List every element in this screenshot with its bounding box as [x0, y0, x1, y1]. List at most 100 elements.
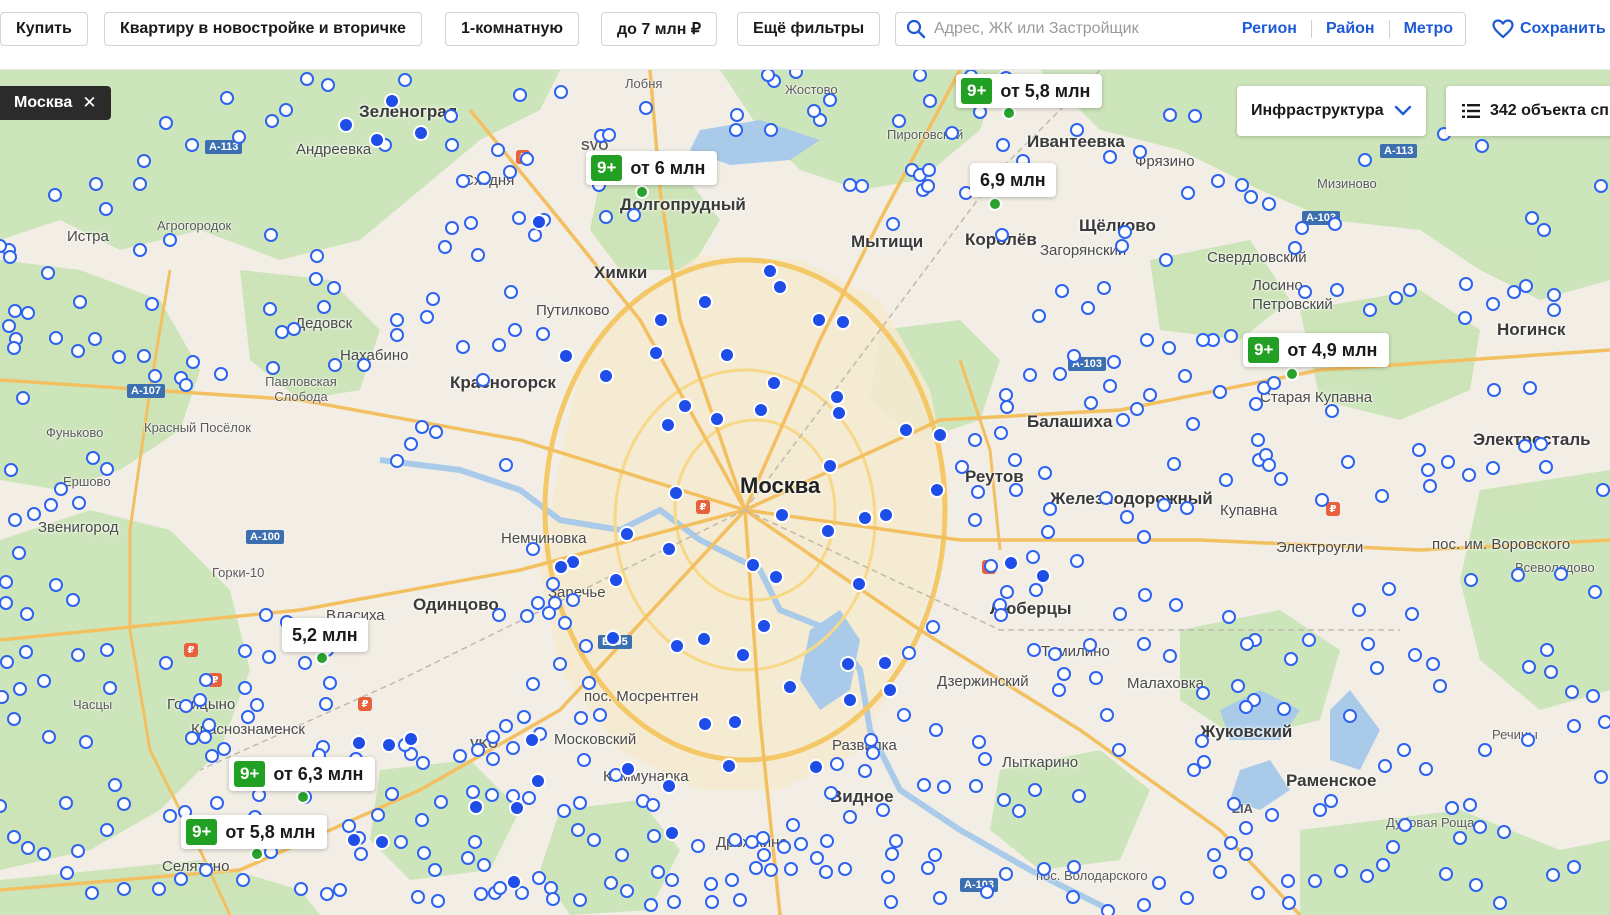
listing-marker[interactable]	[843, 810, 857, 824]
listing-marker[interactable]	[1167, 457, 1181, 471]
listing-marker[interactable]	[1103, 379, 1117, 393]
listing-marker[interactable]	[1588, 585, 1602, 599]
listing-marker[interactable]	[179, 699, 193, 713]
listing-marker[interactable]	[1112, 743, 1126, 757]
listing-marker[interactable]	[41, 266, 55, 280]
listing-marker[interactable]	[1539, 460, 1553, 474]
listing-marker[interactable]	[1048, 647, 1062, 661]
listing-marker[interactable]	[1115, 239, 1129, 253]
listing-marker[interactable]	[179, 378, 193, 392]
listing-marker[interactable]	[1594, 179, 1608, 193]
listing-marker[interactable]	[1180, 501, 1194, 515]
listing-marker[interactable]	[499, 719, 513, 733]
listing-marker[interactable]	[263, 302, 277, 316]
listing-marker[interactable]	[1181, 186, 1195, 200]
listing-marker[interactable]	[667, 895, 681, 909]
listing-marker[interactable]	[1066, 890, 1080, 904]
listing-marker[interactable]	[298, 656, 312, 670]
listing-marker[interactable]	[491, 143, 505, 157]
price-cluster-marker[interactable]: 9+ от 4,9 млн	[1243, 333, 1390, 367]
listing-marker[interactable]	[917, 778, 931, 792]
listing-marker[interactable]	[929, 723, 943, 737]
price-select[interactable]: до 7 млн ₽	[601, 12, 718, 46]
listing-marker[interactable]	[1315, 493, 1329, 507]
listing-marker[interactable]	[2, 319, 16, 333]
listing-marker[interactable]	[79, 735, 93, 749]
listing-marker[interactable]	[1544, 665, 1558, 679]
listing-marker[interactable]	[37, 674, 51, 688]
listing-marker[interactable]	[1464, 573, 1478, 587]
listing-marker[interactable]	[972, 735, 986, 749]
listing-marker[interactable]	[928, 848, 942, 862]
listing-marker[interactable]	[677, 398, 693, 414]
listing-marker[interactable]	[855, 179, 869, 193]
listing-marker[interactable]	[1378, 759, 1392, 773]
listing-marker[interactable]	[1462, 468, 1476, 482]
listing-marker[interactable]	[820, 834, 834, 848]
listing-marker[interactable]	[889, 834, 903, 848]
listing-marker[interactable]	[342, 819, 356, 833]
listing-marker[interactable]	[59, 796, 73, 810]
listing-marker[interactable]	[513, 88, 527, 102]
listing-marker[interactable]	[217, 742, 231, 756]
listing-marker[interactable]	[1180, 891, 1194, 905]
listing-marker[interactable]	[531, 214, 547, 230]
listing-marker[interactable]	[969, 779, 983, 793]
listing-marker[interactable]	[598, 368, 614, 384]
listing-marker[interactable]	[1308, 874, 1322, 888]
listing-marker[interactable]	[468, 799, 484, 815]
listing-marker[interactable]	[159, 656, 173, 670]
listing-marker[interactable]	[328, 358, 342, 372]
listing-marker[interactable]	[1352, 603, 1366, 617]
listing-marker[interactable]	[296, 790, 310, 804]
listing-marker[interactable]	[520, 152, 534, 166]
listing-marker[interactable]	[646, 798, 660, 812]
listing-marker[interactable]	[320, 887, 334, 901]
listing-marker[interactable]	[1419, 762, 1433, 776]
listing-marker[interactable]	[968, 433, 982, 447]
listing-marker[interactable]	[587, 833, 601, 847]
listing-marker[interactable]	[415, 420, 429, 434]
listing-marker[interactable]	[309, 272, 323, 286]
listing-marker[interactable]	[1196, 333, 1210, 347]
listing-marker[interactable]	[346, 832, 362, 848]
listing-marker[interactable]	[374, 834, 390, 850]
listing-marker[interactable]	[517, 710, 531, 724]
listing-marker[interactable]	[999, 867, 1013, 881]
region-chip[interactable]: Москва ✕	[0, 86, 111, 120]
listing-marker[interactable]	[456, 340, 470, 354]
listing-marker[interactable]	[995, 228, 1009, 242]
listing-marker[interactable]	[719, 347, 735, 363]
listing-marker[interactable]	[371, 808, 385, 822]
listing-marker[interactable]	[620, 884, 634, 898]
listing-marker[interactable]	[133, 243, 147, 257]
listing-marker[interactable]	[1295, 221, 1309, 235]
listing-marker[interactable]	[1408, 648, 1422, 662]
listing-marker[interactable]	[1113, 607, 1127, 621]
listing-marker[interactable]	[323, 676, 337, 690]
listing-marker[interactable]	[1244, 190, 1258, 204]
listing-marker[interactable]	[476, 373, 490, 387]
listing-marker[interactable]	[926, 620, 940, 634]
listing-marker[interactable]	[571, 823, 585, 837]
listing-marker[interactable]	[546, 892, 560, 906]
listing-marker[interactable]	[287, 322, 301, 336]
listing-marker[interactable]	[615, 848, 629, 862]
listing-marker[interactable]	[996, 138, 1010, 152]
listing-marker[interactable]	[620, 761, 636, 777]
listing-marker[interactable]	[238, 681, 252, 695]
listing-marker[interactable]	[1000, 400, 1014, 414]
listing-marker[interactable]	[1274, 472, 1288, 486]
listing-marker[interactable]	[764, 123, 778, 137]
listing-marker[interactable]	[1097, 281, 1111, 295]
listing-marker[interactable]	[485, 788, 499, 802]
listing-marker[interactable]	[1227, 797, 1241, 811]
listing-marker[interactable]	[1027, 643, 1041, 657]
listing-marker[interactable]	[1433, 679, 1447, 693]
listing-marker[interactable]	[1224, 836, 1238, 850]
price-marker[interactable]: 5,2 млн	[282, 618, 368, 652]
listing-marker[interactable]	[1103, 150, 1117, 164]
listing-marker[interactable]	[1116, 413, 1130, 427]
listing-marker[interactable]	[528, 228, 542, 242]
listing-marker[interactable]	[100, 823, 114, 837]
